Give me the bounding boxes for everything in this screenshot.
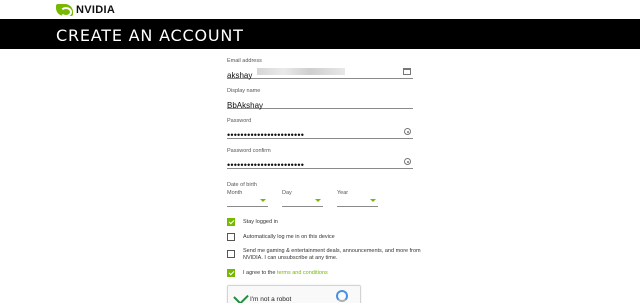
password-confirm-field-group: Password confirm ••••••••••••••••••••••• xyxy=(227,148,413,170)
nvidia-eye-icon xyxy=(56,4,73,17)
chevron-down-icon xyxy=(260,199,266,202)
page-title: CREATE AN ACCOUNT xyxy=(56,26,244,45)
contact-card-icon[interactable] xyxy=(403,68,411,75)
email-label: Email address xyxy=(227,58,262,64)
password-field-group: Password ••••••••••••••••••••••• xyxy=(227,118,413,140)
email-redaction xyxy=(257,68,345,75)
password-field[interactable]: ••••••••••••••••••••••• xyxy=(227,125,413,140)
dob-day-label: Day xyxy=(282,190,292,196)
show-password-icon[interactable] xyxy=(404,128,411,135)
display-name-value: BbAkshay xyxy=(227,101,264,110)
terms-checkbox[interactable] xyxy=(227,269,235,277)
logo-text: NVIDIA xyxy=(76,4,116,16)
marketing-row[interactable]: Send me gaming & entertainment deals, an… xyxy=(227,248,429,262)
recaptcha-label: I'm not a robot xyxy=(250,296,292,303)
nvidia-logo[interactable]: NVIDIA xyxy=(56,3,115,17)
email-value: akshay xyxy=(227,71,253,80)
auto-login-label: Automatically log me in on this device xyxy=(243,234,335,240)
stay-logged-in-label: Stay logged in xyxy=(243,219,278,225)
show-password-confirm-icon[interactable] xyxy=(404,158,411,165)
terms-link[interactable]: terms and conditions xyxy=(277,270,328,276)
display-name-label: Display name xyxy=(227,88,261,94)
auto-login-row[interactable]: Automatically log me in on this device xyxy=(227,233,335,241)
auto-login-checkbox[interactable] xyxy=(227,233,235,241)
terms-prefix: I agree to the xyxy=(243,270,277,276)
dob-year-label: Year xyxy=(337,190,349,196)
checkmark-icon xyxy=(233,289,249,303)
password-value: ••••••••••••••••••••••• xyxy=(227,130,305,140)
chevron-down-icon xyxy=(370,199,376,202)
recaptcha-logo-icon xyxy=(336,290,348,302)
password-confirm-field[interactable]: ••••••••••••••••••••••• xyxy=(227,155,413,170)
marketing-label: Send me gaming & entertainment deals, an… xyxy=(243,248,421,261)
terms-row[interactable]: I agree to the terms and conditions xyxy=(227,269,328,277)
top-bar: NVIDIA xyxy=(0,0,640,19)
page-header: CREATE AN ACCOUNT xyxy=(0,19,640,49)
stay-logged-in-checkbox[interactable] xyxy=(227,218,235,226)
dob-month-label: Month xyxy=(227,190,243,196)
terms-label: I agree to the terms and conditions xyxy=(243,269,328,277)
recaptcha-widget[interactable]: I'm not a robot xyxy=(227,285,361,303)
email-field-group: Email address akshay xyxy=(227,58,413,80)
dob-label: Date of birth xyxy=(227,182,257,188)
password-confirm-value: ••••••••••••••••••••••• xyxy=(227,160,305,170)
chevron-down-icon xyxy=(315,199,321,202)
display-name-field-group: Display name BbAkshay xyxy=(227,88,413,110)
dob-year-select[interactable]: Year xyxy=(337,190,378,207)
display-name-field[interactable]: BbAkshay xyxy=(227,95,413,110)
password-label: Password xyxy=(227,118,252,124)
dob-day-select[interactable]: Day xyxy=(282,190,323,207)
password-confirm-label: Password confirm xyxy=(227,148,271,154)
email-field[interactable]: akshay xyxy=(227,65,413,80)
stay-logged-in-row[interactable]: Stay logged in xyxy=(227,218,278,226)
dob-month-select[interactable]: Month xyxy=(227,190,268,207)
marketing-checkbox[interactable] xyxy=(227,250,235,258)
